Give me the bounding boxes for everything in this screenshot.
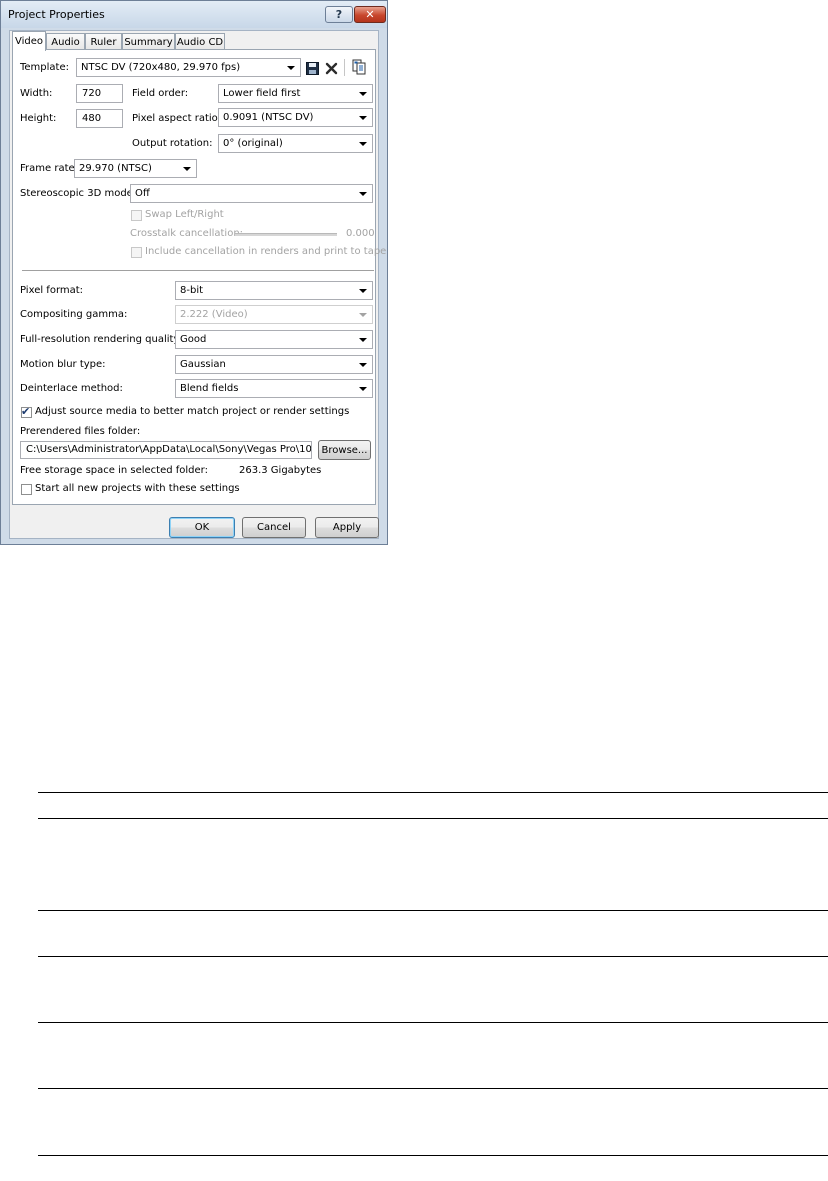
title-bar[interactable]: Project Properties ? ✕ [1,1,387,28]
pixel-aspect-ratio-value: 0.9091 (NTSC DV) [223,112,314,123]
section-divider [22,270,374,271]
close-button[interactable]: ✕ [354,6,386,23]
deinterlace-method-value: Blend fields [180,383,239,394]
tab-ruler[interactable]: Ruler [85,33,122,50]
checkmark-icon: ✔ [21,405,31,418]
tab-summary[interactable]: Summary [122,33,175,50]
field-order-value: Lower field first [223,88,301,99]
crosstalk-cancellation-label: Crosstalk cancellation: [130,228,244,239]
tab-audio-cd[interactable]: Audio CD [175,33,225,50]
save-icon[interactable] [304,60,320,76]
pixel-format-label: Pixel format: [20,285,84,296]
browse-button[interactable]: Browse... [318,440,371,460]
tab-audio[interactable]: Audio [46,33,85,50]
pixel-format-dropdown[interactable]: 8-bit [175,281,373,300]
free-storage-label: Free storage space in selected folder: [20,465,208,476]
start-all-new-projects-checkbox[interactable] [21,484,32,495]
frame-rate-dropdown[interactable]: 29.970 (NTSC) [74,159,197,178]
chevron-down-icon [359,289,367,293]
table-rule [38,792,828,793]
video-tab-panel: Template: NTSC DV (720x480, 29.970 fps) … [12,49,386,505]
table-rule [38,956,828,957]
table-rule [38,1022,828,1023]
output-rotation-dropdown[interactable]: 0° (original) [218,134,373,153]
chevron-down-icon [359,192,367,196]
compositing-gamma-label: Compositing gamma: [20,309,128,320]
tab-video[interactable]: Video [12,31,46,51]
deinterlace-method-label: Deinterlace method: [20,383,123,394]
dialog-client-area: Video Audio Ruler Summary Audio CD Templ… [9,30,386,539]
chevron-down-icon [359,142,367,146]
chevron-down-icon [359,313,367,317]
apply-button[interactable]: Apply [315,517,379,538]
chevron-down-icon [183,167,191,171]
template-dropdown[interactable]: NTSC DV (720x480, 29.970 fps) [76,58,301,77]
motion-blur-type-label: Motion blur type: [20,359,106,370]
motion-blur-type-dropdown[interactable]: Gaussian [175,355,373,374]
adjust-source-media-label: Adjust source media to better match proj… [35,406,350,417]
compositing-gamma-value: 2.222 (Video) [180,309,248,320]
output-rotation-label: Output rotation: [132,138,213,149]
chevron-down-icon [359,92,367,96]
match-media-icon[interactable] [351,59,367,75]
height-label: Height: [20,113,57,124]
toolbar-separator [344,59,345,76]
cancel-button[interactable]: Cancel [242,517,306,538]
ok-button[interactable]: OK [169,517,235,538]
field-order-label: Field order: [132,88,189,99]
frame-rate-label: Frame rate: [20,163,79,174]
prerendered-folder-label: Prerendered files folder: [20,426,141,437]
chevron-down-icon [359,363,367,367]
help-button[interactable]: ? [325,6,353,23]
table-rule [38,1088,828,1089]
field-order-dropdown[interactable]: Lower field first [218,84,373,103]
stereoscopic-3d-mode-dropdown[interactable]: Off [130,184,373,203]
pixel-aspect-ratio-label: Pixel aspect ratio: [132,113,222,124]
crosstalk-cancellation-value: 0.000 [346,228,375,239]
frame-rate-value: 29.970 (NTSC) [79,163,152,174]
compositing-gamma-dropdown[interactable]: 2.222 (Video) [175,305,373,324]
template-label: Template: [20,62,69,73]
delete-icon[interactable] [323,60,339,76]
table-rule [38,910,828,911]
dialog-title: Project Properties [8,8,105,21]
template-value: NTSC DV (720x480, 29.970 fps) [81,62,241,73]
project-properties-dialog: Project Properties ? ✕ Video Audio Ruler… [0,0,388,545]
start-all-new-projects-label: Start all new projects with these settin… [35,483,240,494]
prerendered-folder-field[interactable]: C:\Users\Administrator\AppData\Local\Son… [20,441,312,459]
chevron-down-icon [359,116,367,120]
rendering-quality-label: Full-resolution rendering quality: [20,334,183,345]
pixel-format-value: 8-bit [180,285,204,296]
crosstalk-cancellation-slider[interactable] [235,233,337,236]
chevron-down-icon [287,66,295,70]
stereoscopic-3d-mode-value: Off [135,188,150,199]
include-cancellation-checkbox[interactable] [131,247,142,258]
chevron-down-icon [359,387,367,391]
width-field[interactable]: 720 [76,84,123,103]
motion-blur-type-value: Gaussian [180,359,226,370]
chevron-down-icon [359,338,367,342]
table-rule [38,1155,828,1156]
free-storage-value: 263.3 Gigabytes [239,465,322,476]
table-rule [38,818,828,819]
rendering-quality-value: Good [180,334,207,345]
height-field[interactable]: 480 [76,109,123,128]
pixel-aspect-ratio-dropdown[interactable]: 0.9091 (NTSC DV) [218,108,373,127]
rendering-quality-dropdown[interactable]: Good [175,330,373,349]
adjust-source-media-checkbox[interactable]: ✔ [21,405,32,418]
swap-left-right-checkbox[interactable] [131,210,142,221]
width-label: Width: [20,88,53,99]
stereoscopic-3d-mode-label: Stereoscopic 3D mode: [20,188,137,199]
output-rotation-value: 0° (original) [223,138,283,149]
deinterlace-method-dropdown[interactable]: Blend fields [175,379,373,398]
swap-left-right-label: Swap Left/Right [145,209,224,220]
include-cancellation-label: Include cancellation in renders and prin… [145,246,387,257]
